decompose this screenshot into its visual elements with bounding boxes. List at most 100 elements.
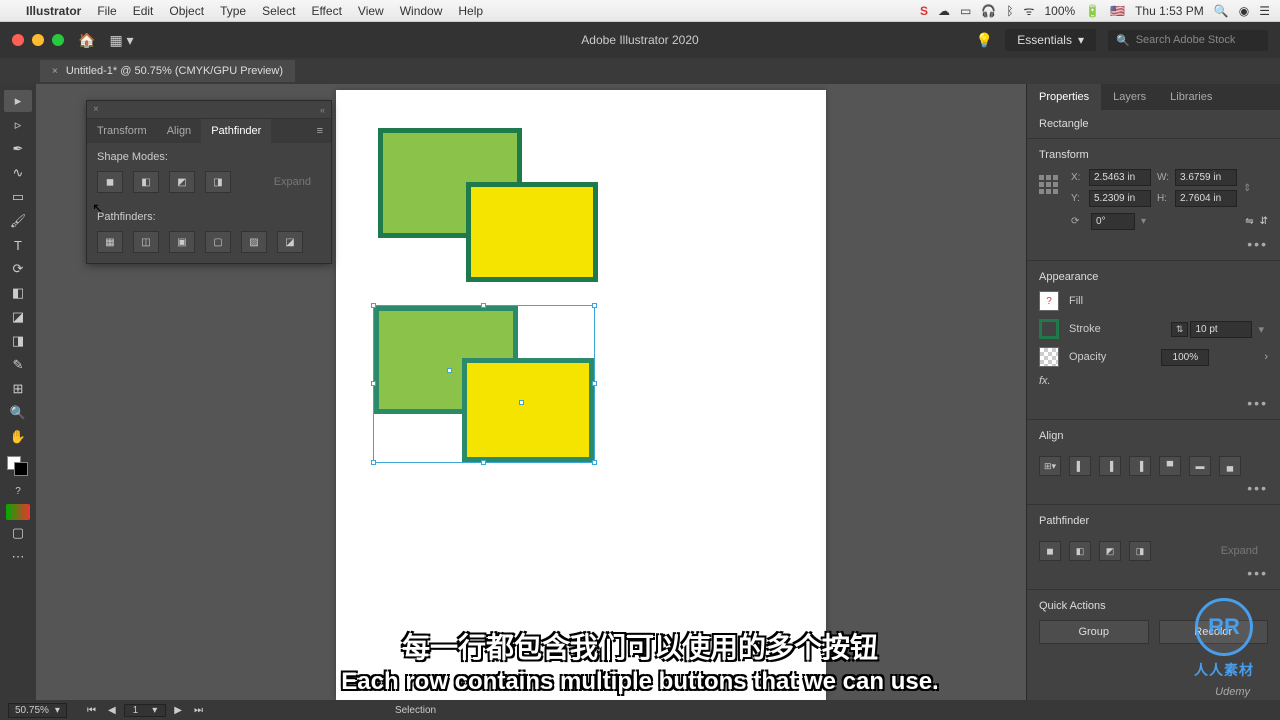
pen-tool[interactable]: ✒ (4, 138, 32, 160)
menu-type[interactable]: Type (212, 4, 254, 18)
stroke-dropdown-icon[interactable]: ▾ (1254, 323, 1268, 336)
direct-selection-tool[interactable]: ▹ (4, 114, 32, 136)
shape-builder-tool[interactable]: ◧ (4, 282, 32, 304)
pathfinder-more-icon[interactable]: ••• (1039, 565, 1268, 581)
menu-object[interactable]: Object (161, 4, 212, 18)
flip-v-icon[interactable]: ⇵ (1260, 216, 1268, 227)
nav-next-icon[interactable]: ▶ (170, 705, 186, 716)
panel-close-icon[interactable]: × (93, 104, 99, 115)
window-controls[interactable] (12, 34, 64, 46)
intersect-button[interactable]: ◩ (169, 171, 195, 193)
align-more-icon[interactable]: ••• (1039, 480, 1268, 496)
selection-tool[interactable]: ▸ (4, 90, 32, 112)
edit-toolbar-icon[interactable]: ? (4, 480, 32, 502)
edit-tools-icon[interactable]: ⋯ (4, 546, 32, 568)
home-icon[interactable]: 🏠 (78, 32, 95, 49)
siri-icon[interactable]: ◉ (1239, 4, 1249, 18)
workspace-switcher[interactable]: Essentials▾ (1005, 29, 1096, 51)
transform-y-input[interactable] (1089, 190, 1151, 207)
crop-button[interactable]: ▢ (205, 231, 231, 253)
align-mode-icon[interactable]: ⊞▾ (1039, 456, 1061, 476)
rp-unite-button[interactable]: ◼ (1039, 541, 1061, 561)
draw-mode-icon[interactable] (6, 504, 30, 520)
nav-prev-icon[interactable]: ◀ (104, 705, 120, 716)
zoom-tool[interactable]: 🔍 (4, 402, 32, 424)
search-help-icon[interactable]: 💡 (976, 32, 993, 49)
divide-button[interactable]: ▦ (97, 231, 123, 253)
stroke-stepper-icon[interactable]: ⇅ (1171, 322, 1189, 337)
menu-file[interactable]: File (89, 4, 124, 18)
minus-back-button[interactable]: ◪ (277, 231, 303, 253)
align-left-button[interactable]: ▌ (1069, 456, 1091, 476)
rectangle-tool[interactable]: ▭ (4, 186, 32, 208)
rp-exclude-button[interactable]: ◨ (1129, 541, 1151, 561)
tab-transform[interactable]: Transform (87, 119, 157, 143)
trim-button[interactable]: ◫ (133, 231, 159, 253)
type-tool[interactable]: T (4, 234, 32, 256)
tab-pathfinder[interactable]: Pathfinder (201, 119, 271, 143)
notification-icon[interactable]: ☰ (1259, 4, 1270, 18)
reference-point-icon[interactable] (1039, 175, 1065, 201)
align-top-button[interactable]: ▀ (1159, 456, 1181, 476)
arrange-docs-icon[interactable]: ▦ ▾ (109, 32, 133, 49)
screen-mode-icon[interactable]: ▢ (4, 522, 32, 544)
transform-h-input[interactable] (1175, 190, 1237, 207)
menu-window[interactable]: Window (392, 4, 451, 18)
rp-intersect-button[interactable]: ◩ (1099, 541, 1121, 561)
eyedropper-tool[interactable]: ✎ (4, 354, 32, 376)
group-button[interactable]: Group (1039, 620, 1149, 644)
align-bottom-button[interactable]: ▄ (1219, 456, 1241, 476)
tab-libraries[interactable]: Libraries (1158, 84, 1224, 110)
menu-effect[interactable]: Effect (303, 4, 349, 18)
paintbrush-tool[interactable]: 🖌 (4, 210, 32, 232)
artboard-nav[interactable]: ⏮ ◀ 1▾ ▶ ⏭ (83, 704, 207, 717)
menu-help[interactable]: Help (450, 4, 491, 18)
rotate-dropdown-icon[interactable]: ▾ (1141, 216, 1146, 227)
unite-button[interactable]: ◼ (97, 171, 123, 193)
eraser-tool[interactable]: ◪ (4, 306, 32, 328)
pathfinder-panel[interactable]: ×« Transform Align Pathfinder ≡ Shape Mo… (86, 100, 332, 264)
menu-select[interactable]: Select (254, 4, 303, 18)
menu-edit[interactable]: Edit (125, 4, 162, 18)
align-right-button[interactable]: ▐ (1129, 456, 1151, 476)
hand-tool[interactable]: ✋ (4, 426, 32, 448)
tab-align[interactable]: Align (157, 119, 201, 143)
fx-label[interactable]: fx. (1039, 375, 1051, 387)
constrain-proportions-icon[interactable]: ⇕ (1243, 183, 1251, 194)
artboard-number-select[interactable]: 1▾ (124, 704, 167, 717)
transform-more-icon[interactable]: ••• (1039, 236, 1268, 252)
exclude-button[interactable]: ◨ (205, 171, 231, 193)
transform-w-input[interactable] (1175, 169, 1237, 186)
transform-x-input[interactable] (1089, 169, 1151, 186)
minus-front-button[interactable]: ◧ (133, 171, 159, 193)
opacity-input[interactable]: 100% (1161, 349, 1209, 366)
search-stock-input[interactable]: 🔍Search Adobe Stock (1108, 30, 1268, 51)
appearance-more-icon[interactable]: ••• (1039, 395, 1268, 411)
flip-h-icon[interactable]: ⇋ (1245, 216, 1253, 227)
align-vcenter-button[interactable]: ▬ (1189, 456, 1211, 476)
fill-swatch[interactable]: ? (1039, 291, 1059, 311)
stroke-weight-input[interactable]: 10 pt (1190, 321, 1252, 338)
tab-layers[interactable]: Layers (1101, 84, 1158, 110)
rotate-input[interactable] (1091, 213, 1135, 230)
nav-last-icon[interactable]: ⏭ (190, 705, 207, 716)
canvas-area[interactable]: ×« Transform Align Pathfinder ≡ Shape Mo… (36, 84, 1026, 700)
opacity-swatch[interactable] (1039, 347, 1059, 367)
align-hcenter-button[interactable]: ▐ (1099, 456, 1121, 476)
tab-properties[interactable]: Properties (1027, 84, 1101, 110)
menu-app-name[interactable]: Illustrator (18, 4, 89, 18)
nav-first-icon[interactable]: ⏮ (83, 705, 100, 716)
merge-button[interactable]: ▣ (169, 231, 195, 253)
panel-titlebar[interactable]: ×« (87, 101, 331, 119)
fill-stroke-swatch[interactable] (4, 454, 32, 478)
panel-menu-icon[interactable]: ≡ (309, 119, 331, 143)
stroke-swatch[interactable] (1039, 319, 1059, 339)
zoom-select[interactable]: 50.75%▾ (8, 703, 67, 718)
gradient-tool[interactable]: ◨ (4, 330, 32, 352)
outline-button[interactable]: ▨ (241, 231, 267, 253)
rotate-tool[interactable]: ⟳ (4, 258, 32, 280)
close-tab-icon[interactable]: × (52, 66, 58, 77)
panel-collapse-icon[interactable]: « (320, 105, 325, 115)
curvature-tool[interactable]: ∿ (4, 162, 32, 184)
opacity-more-icon[interactable]: › (1264, 351, 1268, 363)
